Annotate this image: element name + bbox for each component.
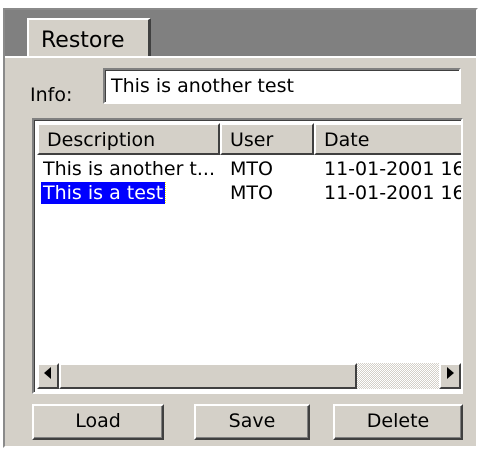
- window: Restore Info: This is another test Descr…: [0, 0, 488, 454]
- scroll-left-button[interactable]: [37, 363, 59, 389]
- list-item[interactable]: This is another t... MTO 11-01-2001 16: [37, 158, 463, 182]
- column-header-description[interactable]: Description: [37, 123, 220, 155]
- column-header-user[interactable]: User: [220, 123, 314, 155]
- list-item-description: This is a test: [41, 182, 167, 204]
- list-item-date: 11-01-2001 16: [324, 158, 463, 180]
- info-field[interactable]: This is another test: [103, 68, 461, 104]
- list-item-user: MTO: [230, 158, 273, 180]
- list-header: Description User Date: [37, 123, 461, 155]
- scroll-right-button[interactable]: [439, 363, 461, 389]
- info-label: Info:: [30, 84, 73, 106]
- list-item-selected[interactable]: This is a test MTO 11-01-2001 16: [37, 182, 463, 206]
- scroll-track[interactable]: [357, 363, 439, 389]
- restore-dialog: Restore Info: This is another test Descr…: [3, 8, 478, 448]
- arrow-left-icon: [44, 367, 51, 379]
- scroll-thumb[interactable]: [59, 363, 357, 389]
- horizontal-scrollbar[interactable]: [37, 363, 461, 389]
- list-item-date: 11-01-2001 16: [324, 182, 463, 204]
- tab-strip: Restore: [5, 10, 476, 60]
- tab-restore[interactable]: Restore: [27, 18, 151, 60]
- list-item-user: MTO: [230, 182, 273, 204]
- column-header-date[interactable]: Date: [314, 123, 461, 155]
- restore-list[interactable]: Description User Date This is another t.…: [32, 118, 463, 394]
- delete-button[interactable]: Delete: [333, 404, 463, 440]
- load-button[interactable]: Load: [32, 404, 164, 440]
- list-item-description: This is another t...: [43, 158, 215, 180]
- tab-panel-restore: Info: This is another test Description U…: [5, 56, 476, 446]
- arrow-right-icon: [447, 367, 454, 379]
- save-button[interactable]: Save: [194, 404, 310, 440]
